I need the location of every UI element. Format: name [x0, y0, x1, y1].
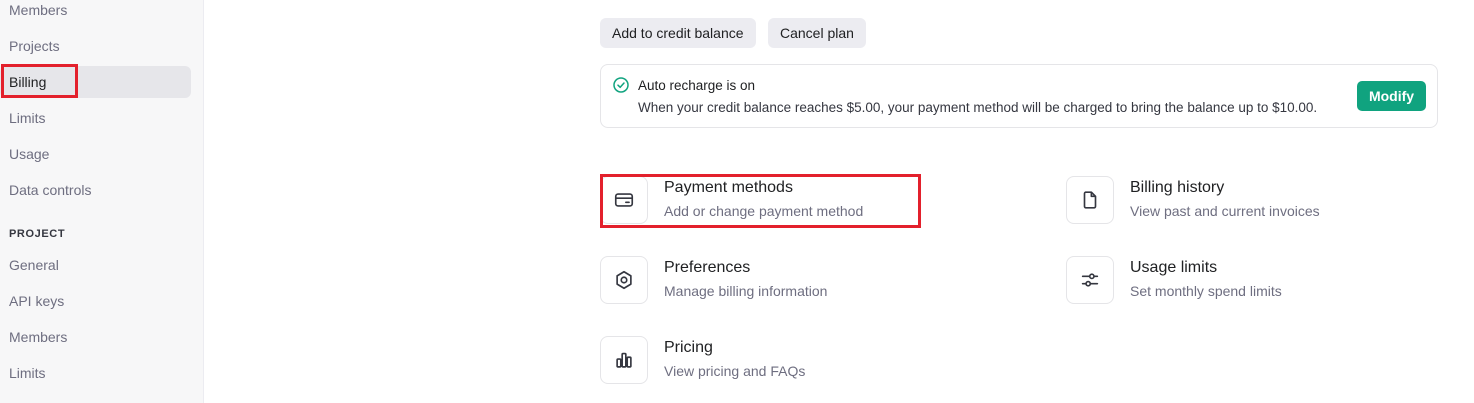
sidebar-item-project-members[interactable]: Members: [0, 321, 191, 353]
billing-history-description: View past and current invoices: [1130, 203, 1320, 219]
bar-chart-icon: [616, 352, 632, 368]
sidebar-item-billing[interactable]: Billing: [0, 66, 191, 98]
sidebar-item-project-limits[interactable]: Limits: [0, 357, 191, 389]
usage-limits-title: Usage limits: [1130, 259, 1218, 276]
payment-methods-description: Add or change payment method: [664, 203, 864, 219]
sidebar-item-data-controls[interactable]: Data controls: [0, 174, 191, 206]
payment-methods-card[interactable]: Payment methods Add or change payment me…: [600, 176, 900, 224]
pricing-title: Pricing: [664, 339, 713, 356]
pricing-card[interactable]: Pricing View pricing and FAQs: [600, 336, 900, 384]
auto-recharge-panel: Auto recharge is on When your credit bal…: [600, 64, 1438, 128]
check-circle-icon: [613, 77, 629, 93]
sidebar: Members Projects Billing Limits Usage Da…: [0, 0, 204, 403]
preferences-description: Manage billing information: [664, 283, 828, 299]
sidebar-item-projects[interactable]: Projects: [0, 30, 191, 62]
document-icon: [1083, 191, 1097, 209]
sidebar-item-api-keys[interactable]: API keys: [0, 285, 191, 317]
gear-icon: [616, 270, 632, 290]
payment-methods-icon-box: [600, 176, 648, 224]
add-credit-balance-button[interactable]: Add to credit balance: [600, 18, 756, 48]
auto-recharge-title: Auto recharge is on: [638, 78, 756, 93]
billing-history-title: Billing history: [1130, 179, 1225, 196]
usage-limits-description: Set monthly spend limits: [1130, 283, 1282, 299]
project-section-label: PROJECT: [9, 228, 66, 240]
preferences-icon-box: [600, 256, 648, 304]
usage-limits-card[interactable]: Usage limits Set monthly spend limits: [1066, 256, 1366, 304]
preferences-card[interactable]: Preferences Manage billing information: [600, 256, 900, 304]
payment-methods-title: Payment methods: [664, 179, 793, 196]
auto-recharge-description: When your credit balance reaches $5.00, …: [638, 100, 1318, 115]
sidebar-item-limits[interactable]: Limits: [0, 102, 191, 134]
sidebar-item-general[interactable]: General: [0, 249, 191, 281]
sidebar-item-usage[interactable]: Usage: [0, 138, 191, 170]
pricing-description: View pricing and FAQs: [664, 363, 806, 379]
sliders-icon: [1081, 273, 1099, 287]
modify-button[interactable]: Modify: [1357, 81, 1426, 111]
usage-limits-icon-box: [1066, 256, 1114, 304]
billing-history-card[interactable]: Billing history View past and current in…: [1066, 176, 1366, 224]
cancel-plan-button[interactable]: Cancel plan: [768, 18, 866, 48]
add-credit-balance-label: Add to credit balance: [612, 25, 744, 41]
preferences-title: Preferences: [664, 259, 751, 276]
sidebar-item-members[interactable]: Members: [0, 0, 191, 26]
billing-history-icon-box: [1066, 176, 1114, 224]
credit-card-icon: [614, 193, 634, 207]
pricing-icon-box: [600, 336, 648, 384]
cancel-plan-label: Cancel plan: [780, 25, 854, 41]
